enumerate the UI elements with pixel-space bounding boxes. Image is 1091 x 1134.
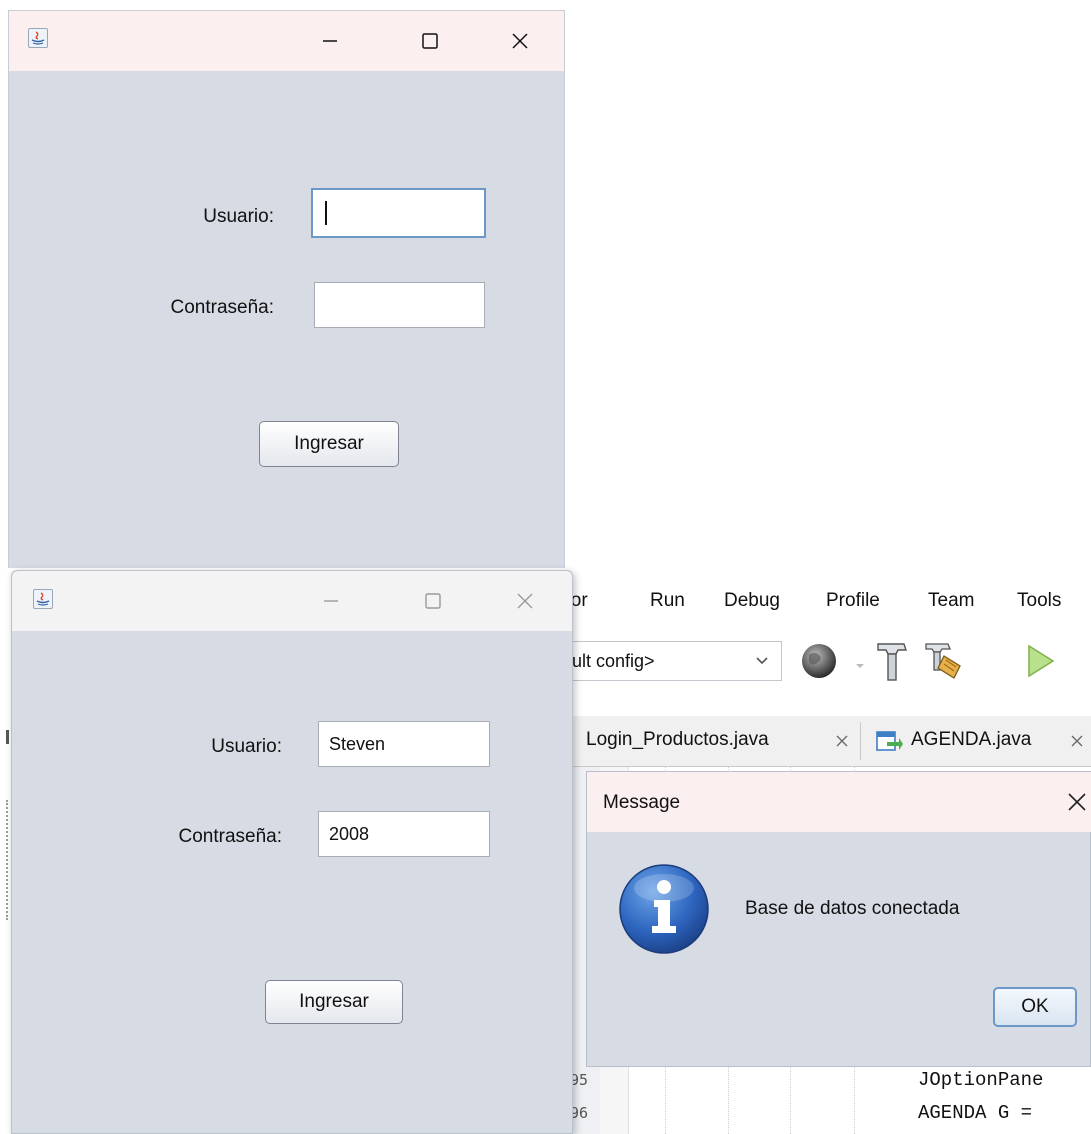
maximize-button[interactable]: [407, 25, 453, 57]
background-artifact: [6, 730, 9, 744]
contrasena-value: 2008: [329, 823, 370, 844]
info-icon: [617, 862, 711, 961]
line-number: 96: [570, 1104, 589, 1122]
tab-login-productos[interactable]: Login_Productos.java: [560, 716, 860, 766]
code-line: 96 AGENDA G =: [560, 1098, 1091, 1131]
tab-label: AGENDA.java: [911, 729, 1032, 750]
usuario-input[interactable]: [311, 188, 486, 238]
hammer-icon[interactable]: [872, 638, 912, 687]
code-text: AGENDA G =: [918, 1102, 1033, 1124]
window-titlebar: [12, 571, 572, 631]
tab-label: Login_Productos.java: [586, 729, 769, 750]
code-text: JOptionPane: [918, 1069, 1044, 1091]
minimize-button[interactable]: [307, 25, 353, 57]
chevron-down-icon[interactable]: [855, 657, 865, 675]
line-number: 95: [570, 1071, 589, 1089]
java-icon: [33, 589, 53, 609]
menu-item-team[interactable]: Team: [928, 590, 974, 612]
minimize-button[interactable]: [308, 585, 354, 617]
ingresar-button[interactable]: Ingresar: [259, 421, 399, 467]
tab-agenda[interactable]: AGENDA.java: [861, 716, 1091, 766]
menu-item-profile[interactable]: Profile: [826, 590, 880, 612]
chevron-down-icon: [752, 650, 772, 675]
globe-icon[interactable]: [799, 641, 843, 686]
message-dialog: Message Base de datos conectada OK: [586, 771, 1091, 1067]
maximize-button[interactable]: [410, 585, 456, 617]
contrasena-input[interactable]: [314, 282, 485, 328]
contrasena-label: Contraseña:: [178, 826, 282, 847]
usuario-label: Usuario:: [211, 736, 282, 757]
ok-button[interactable]: OK: [993, 987, 1077, 1027]
code-line: 95 JOptionPane: [560, 1065, 1091, 1098]
close-icon[interactable]: [1069, 733, 1085, 754]
ingresar-button[interactable]: Ingresar: [265, 980, 403, 1024]
dialog-title: Message: [603, 792, 681, 813]
dialog-message: Base de datos conectada: [745, 898, 960, 919]
java-icon: [28, 28, 48, 48]
usuario-value: Steven: [329, 733, 386, 754]
window-titlebar: [9, 11, 564, 71]
text-caret: [325, 201, 327, 225]
usuario-input[interactable]: Steven: [318, 721, 490, 767]
close-icon[interactable]: [1065, 790, 1089, 819]
config-dropdown-value: ault config>: [562, 651, 655, 671]
close-icon[interactable]: [834, 733, 850, 754]
background-artifact: [6, 800, 10, 920]
menu-item-tools[interactable]: Tools: [1017, 590, 1061, 612]
usuario-label: Usuario:: [203, 206, 274, 227]
menu-item-run[interactable]: Run: [650, 590, 685, 612]
contrasena-input[interactable]: 2008: [318, 811, 490, 857]
menu-item-debug[interactable]: Debug: [724, 590, 780, 612]
run-icon[interactable]: [1023, 642, 1063, 685]
close-button[interactable]: [502, 585, 548, 617]
clean-build-icon[interactable]: [922, 638, 966, 687]
close-button[interactable]: [497, 25, 543, 57]
contrasena-label: Contraseña:: [170, 297, 274, 318]
login-window-filled: Usuario: Steven Contraseña: 2008 Ingresa…: [11, 570, 573, 1134]
java-file-icon: [875, 728, 903, 759]
login-window-empty: Usuario: Contraseña: Ingresar: [8, 10, 565, 568]
dialog-titlebar: Message: [587, 772, 1091, 832]
config-dropdown[interactable]: ault config>: [560, 641, 782, 681]
